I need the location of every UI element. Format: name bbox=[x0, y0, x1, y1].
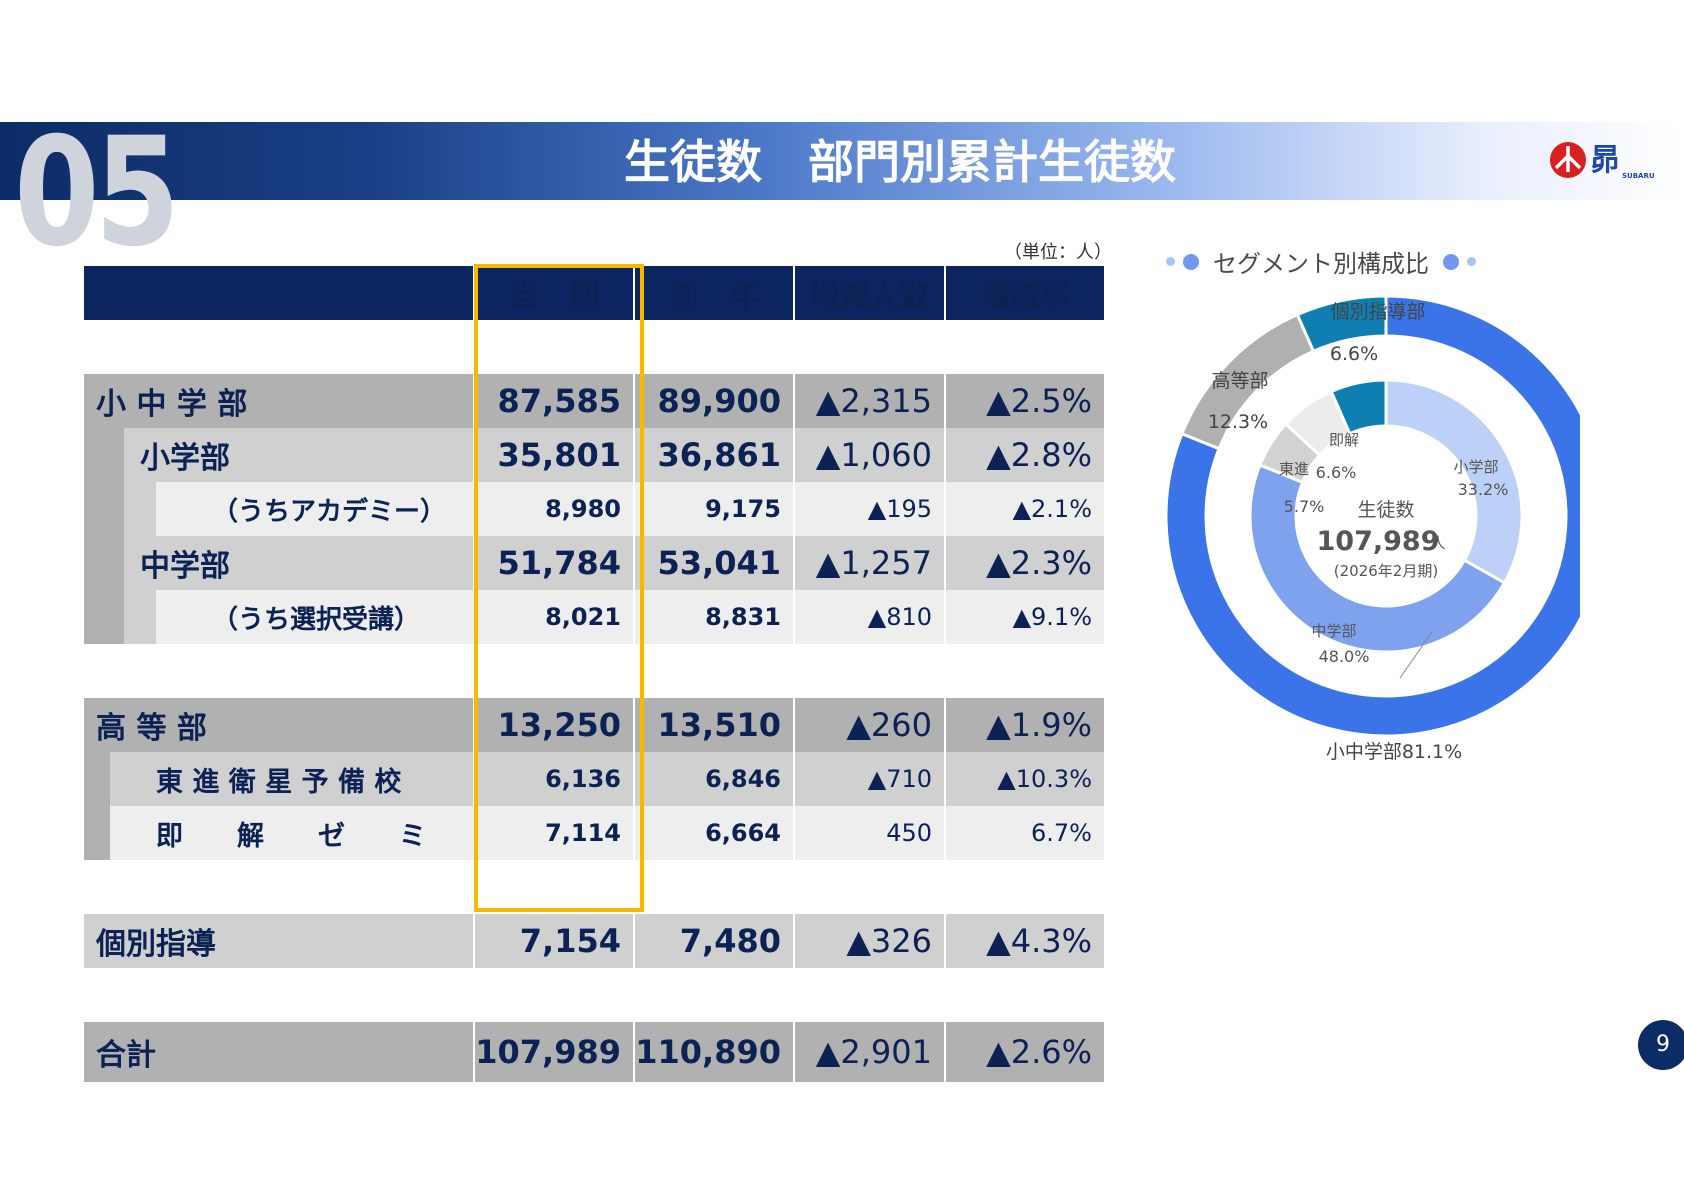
cell-current: 8,021 bbox=[474, 590, 635, 644]
cell-current: 7,114 bbox=[474, 806, 635, 860]
cell-prior: 6,664 bbox=[634, 806, 795, 860]
cell-current: 13,250 bbox=[474, 698, 635, 752]
donut-chart: 生徒数 107,989 人 (2026年2月期) 個別指導部 6.6% 高等部 … bbox=[1164, 294, 1580, 763]
bullet-icon bbox=[1443, 253, 1459, 270]
cell-rate: ▲2.1% bbox=[945, 482, 1106, 536]
row-label: （うち選択受講） bbox=[84, 590, 475, 644]
svg-text:SUBARU: SUBARU bbox=[1622, 172, 1655, 180]
inner-name-中学部: 中学部 bbox=[1311, 622, 1356, 640]
row-label: 合計 bbox=[84, 1022, 475, 1082]
section-number: 05 bbox=[14, 106, 180, 280]
chart-title-text: セグメント別構成比 bbox=[1213, 250, 1429, 278]
cell-change: ▲810 bbox=[794, 590, 946, 644]
cell-change: ▲2,315 bbox=[794, 374, 946, 428]
table-row: 高 等 部 13,250 13,510 ▲260 ▲1.9% bbox=[84, 698, 1106, 752]
cell-change: ▲1,060 bbox=[794, 428, 946, 482]
row-label: 小 中 学 部 bbox=[84, 374, 475, 428]
cell-rate: 6.7% bbox=[945, 806, 1106, 860]
cell-prior: 110,890 bbox=[634, 1022, 795, 1082]
table-row: （うち選択受講） 8,021 8,831 ▲810 ▲9.1% bbox=[84, 590, 1106, 644]
inner-label-中学部: 48.0% bbox=[1319, 647, 1370, 666]
col-header-label bbox=[84, 266, 475, 320]
cell-current: 87,585 bbox=[474, 374, 635, 428]
outer-name-個別指導部: 個別指導部 bbox=[1330, 301, 1425, 323]
cell-rate: ▲1.9% bbox=[945, 698, 1106, 752]
cell-rate: ▲10.3% bbox=[945, 752, 1106, 806]
bullet-icon bbox=[1467, 257, 1476, 266]
chart-title: セグメント別構成比 bbox=[1166, 244, 1476, 279]
cell-change: ▲710 bbox=[794, 752, 946, 806]
center-value: 107,989 bbox=[1317, 526, 1440, 557]
table-row: （うちアカデミー） 8,980 9,175 ▲195 ▲2.1% bbox=[84, 482, 1106, 536]
col-header-change: 増減人数 bbox=[794, 266, 946, 320]
company-logo: 昴 SUBARU bbox=[1550, 142, 1655, 180]
row-label: 個別指導 bbox=[84, 914, 475, 968]
col-header-rate: 増減率 bbox=[945, 266, 1106, 320]
cell-prior: 13,510 bbox=[634, 698, 795, 752]
svg-text:昴: 昴 bbox=[1590, 143, 1620, 178]
cell-prior: 89,900 bbox=[634, 374, 795, 428]
table-header-row: 当 期 前 年 増減人数 増減率 bbox=[84, 266, 1106, 320]
bullet-icon bbox=[1183, 253, 1199, 270]
cell-rate: ▲2.3% bbox=[945, 536, 1106, 590]
cell-current: 6,136 bbox=[474, 752, 635, 806]
cell-change: ▲1,257 bbox=[794, 536, 946, 590]
cell-prior: 8,831 bbox=[634, 590, 795, 644]
cell-rate: ▲9.1% bbox=[945, 590, 1106, 644]
row-label: （うちアカデミー） bbox=[84, 482, 475, 536]
cell-current: 51,784 bbox=[474, 536, 635, 590]
col-header-prior: 前 年 bbox=[634, 266, 795, 320]
student-table: 当 期 前 年 増減人数 増減率 小 中 学 部 87,585 89,900 ▲… bbox=[84, 266, 1106, 1082]
outer-label-高等部: 12.3% bbox=[1208, 411, 1268, 433]
cell-rate: ▲2.8% bbox=[945, 428, 1106, 482]
table-row: 中学部 51,784 53,041 ▲1,257 ▲2.3% bbox=[84, 536, 1106, 590]
table-row: 小 中 学 部 87,585 89,900 ▲2,315 ▲2.5% bbox=[84, 374, 1106, 428]
inner-name-即解: 即解 bbox=[1329, 431, 1359, 449]
inner-label-即解: 6.6% bbox=[1316, 463, 1357, 482]
cell-rate: ▲2.6% bbox=[945, 1022, 1106, 1082]
col-header-current: 当 期 bbox=[474, 266, 635, 320]
row-label: 即 解 ゼ ミ bbox=[84, 806, 475, 860]
cell-change: ▲326 bbox=[794, 914, 946, 968]
bullet-icon bbox=[1166, 257, 1175, 266]
outer-name-高等部: 高等部 bbox=[1211, 370, 1268, 392]
row-label: 東 進 衛 星 予 備 校 bbox=[84, 752, 475, 806]
cell-current: 8,980 bbox=[474, 482, 635, 536]
outer-label-小中学部: 小中学部81.1% bbox=[1326, 741, 1462, 763]
cell-change: ▲195 bbox=[794, 482, 946, 536]
table-row: 東 進 衛 星 予 備 校 6,136 6,846 ▲710 ▲10.3% bbox=[84, 752, 1106, 806]
center-unit: 人 bbox=[1430, 534, 1445, 552]
cell-change: 450 bbox=[794, 806, 946, 860]
cell-prior: 7,480 bbox=[634, 914, 795, 968]
row-label: 高 等 部 bbox=[84, 698, 475, 752]
inner-name-東進: 東進 bbox=[1279, 460, 1309, 478]
table-row: 個別指導 7,154 7,480 ▲326 ▲4.3% bbox=[84, 914, 1106, 968]
cell-change: ▲2,901 bbox=[794, 1022, 946, 1082]
inner-label-小学部: 33.2% bbox=[1458, 480, 1509, 499]
cell-rate: ▲4.3% bbox=[945, 914, 1106, 968]
cell-prior: 36,861 bbox=[634, 428, 795, 482]
table-row: 即 解 ゼ ミ 7,114 6,664 450 6.7% bbox=[84, 806, 1106, 860]
inner-name-小学部: 小学部 bbox=[1453, 458, 1498, 476]
page-title: 生徒数 部門別累計生徒数 bbox=[624, 135, 1176, 189]
cell-prior: 6,846 bbox=[634, 752, 795, 806]
inner-label-東進: 5.7% bbox=[1284, 497, 1325, 516]
table-row-total: 合計 107,989 110,890 ▲2,901 ▲2.6% bbox=[84, 1022, 1106, 1082]
cell-current: 35,801 bbox=[474, 428, 635, 482]
table-row: 小学部 35,801 36,861 ▲1,060 ▲2.8% bbox=[84, 428, 1106, 482]
cell-rate: ▲2.5% bbox=[945, 374, 1106, 428]
center-period: (2026年2月期) bbox=[1334, 562, 1438, 580]
cell-current: 107,989 bbox=[474, 1022, 635, 1082]
outer-label-個別指導部: 6.6% bbox=[1330, 343, 1378, 365]
row-label: 中学部 bbox=[84, 536, 475, 590]
page-number: 9 bbox=[1638, 1020, 1684, 1070]
row-label: 小学部 bbox=[84, 428, 475, 482]
cell-prior: 53,041 bbox=[634, 536, 795, 590]
cell-prior: 9,175 bbox=[634, 482, 795, 536]
unit-note: （単位：人） bbox=[1004, 242, 1112, 263]
cell-change: ▲260 bbox=[794, 698, 946, 752]
center-label: 生徒数 bbox=[1357, 499, 1414, 521]
cell-current: 7,154 bbox=[474, 914, 635, 968]
